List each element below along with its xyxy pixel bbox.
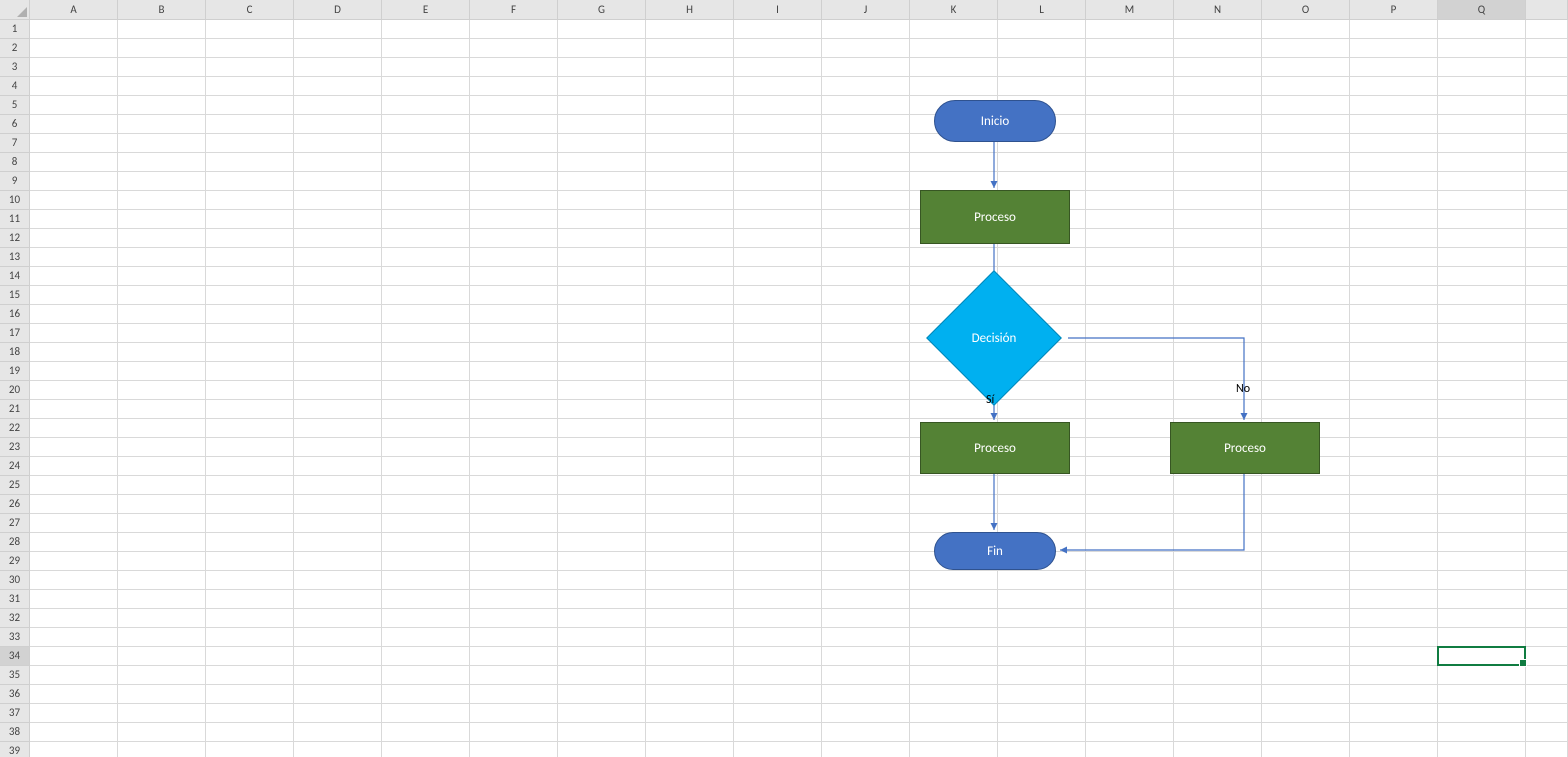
- row-header-11[interactable]: 11: [0, 210, 30, 229]
- row-header-10[interactable]: 10: [0, 191, 30, 210]
- row-header-36[interactable]: 36: [0, 685, 30, 704]
- row-header-28[interactable]: 28: [0, 533, 30, 552]
- flowchart-start[interactable]: Inicio: [934, 100, 1056, 142]
- row-header-17[interactable]: 17: [0, 324, 30, 343]
- row-headers: 1234567891011121314151617181920212223242…: [0, 20, 30, 757]
- flowchart-process-no[interactable]: Proceso: [1170, 422, 1320, 474]
- row-header-1[interactable]: 1: [0, 20, 30, 39]
- column-header-K[interactable]: K: [910, 0, 998, 20]
- row-header-16[interactable]: 16: [0, 305, 30, 324]
- row-header-31[interactable]: 31: [0, 590, 30, 609]
- flowchart-end-label: Fin: [987, 544, 1003, 559]
- column-header-O[interactable]: O: [1262, 0, 1350, 20]
- column-header-E[interactable]: E: [382, 0, 470, 20]
- row-header-8[interactable]: 8: [0, 153, 30, 172]
- column-header-B[interactable]: B: [118, 0, 206, 20]
- row-header-12[interactable]: 12: [0, 229, 30, 248]
- flowchart-process-yes[interactable]: Proceso: [920, 422, 1070, 474]
- row-header-37[interactable]: 37: [0, 704, 30, 723]
- row-header-25[interactable]: 25: [0, 476, 30, 495]
- cell-grid[interactable]: [30, 20, 1568, 757]
- row-header-39[interactable]: 39: [0, 742, 30, 757]
- row-header-2[interactable]: 2: [0, 39, 30, 58]
- row-header-18[interactable]: 18: [0, 343, 30, 362]
- column-header-A[interactable]: A: [30, 0, 118, 20]
- spreadsheet-area: ABCDEFGHIJKLMNOPQ 1234567891011121314151…: [0, 0, 1568, 757]
- row-header-38[interactable]: 38: [0, 723, 30, 742]
- flowchart-process-1[interactable]: Proceso: [920, 190, 1070, 244]
- column-header-M[interactable]: M: [1086, 0, 1174, 20]
- row-header-13[interactable]: 13: [0, 248, 30, 267]
- row-header-20[interactable]: 20: [0, 381, 30, 400]
- column-header-J[interactable]: J: [822, 0, 910, 20]
- column-header-partial[interactable]: [1526, 0, 1568, 20]
- row-header-35[interactable]: 35: [0, 666, 30, 685]
- column-header-F[interactable]: F: [470, 0, 558, 20]
- flowchart-process-yes-label: Proceso: [974, 441, 1016, 456]
- row-header-27[interactable]: 27: [0, 514, 30, 533]
- column-header-P[interactable]: P: [1350, 0, 1438, 20]
- row-header-9[interactable]: 9: [0, 172, 30, 191]
- column-header-Q[interactable]: Q: [1438, 0, 1526, 20]
- column-header-I[interactable]: I: [734, 0, 822, 20]
- row-header-26[interactable]: 26: [0, 495, 30, 514]
- row-header-21[interactable]: 21: [0, 400, 30, 419]
- flowchart-decision-label: Decisión: [972, 331, 1017, 346]
- row-header-15[interactable]: 15: [0, 286, 30, 305]
- column-header-H[interactable]: H: [646, 0, 734, 20]
- flowchart-process-no-label: Proceso: [1224, 441, 1266, 456]
- row-header-3[interactable]: 3: [0, 58, 30, 77]
- column-header-C[interactable]: C: [206, 0, 294, 20]
- select-all-corner[interactable]: [0, 0, 30, 20]
- row-header-30[interactable]: 30: [0, 571, 30, 590]
- column-header-L[interactable]: L: [998, 0, 1086, 20]
- row-header-34[interactable]: 34: [0, 647, 30, 666]
- column-headers: ABCDEFGHIJKLMNOPQ: [30, 0, 1568, 20]
- flowchart-end[interactable]: Fin: [934, 532, 1056, 570]
- flowchart-start-label: Inicio: [981, 114, 1009, 129]
- row-header-19[interactable]: 19: [0, 362, 30, 381]
- column-header-G[interactable]: G: [558, 0, 646, 20]
- row-header-4[interactable]: 4: [0, 77, 30, 96]
- row-header-5[interactable]: 5: [0, 96, 30, 115]
- row-header-22[interactable]: 22: [0, 419, 30, 438]
- column-header-N[interactable]: N: [1174, 0, 1262, 20]
- row-header-6[interactable]: 6: [0, 115, 30, 134]
- row-header-7[interactable]: 7: [0, 134, 30, 153]
- row-header-33[interactable]: 33: [0, 628, 30, 647]
- flowchart-process-1-label: Proceso: [974, 210, 1016, 225]
- row-header-14[interactable]: 14: [0, 267, 30, 286]
- row-header-23[interactable]: 23: [0, 438, 30, 457]
- row-header-32[interactable]: 32: [0, 609, 30, 628]
- column-header-D[interactable]: D: [294, 0, 382, 20]
- row-header-29[interactable]: 29: [0, 552, 30, 571]
- flowchart-decision[interactable]: Decisión: [920, 300, 1068, 376]
- row-header-24[interactable]: 24: [0, 457, 30, 476]
